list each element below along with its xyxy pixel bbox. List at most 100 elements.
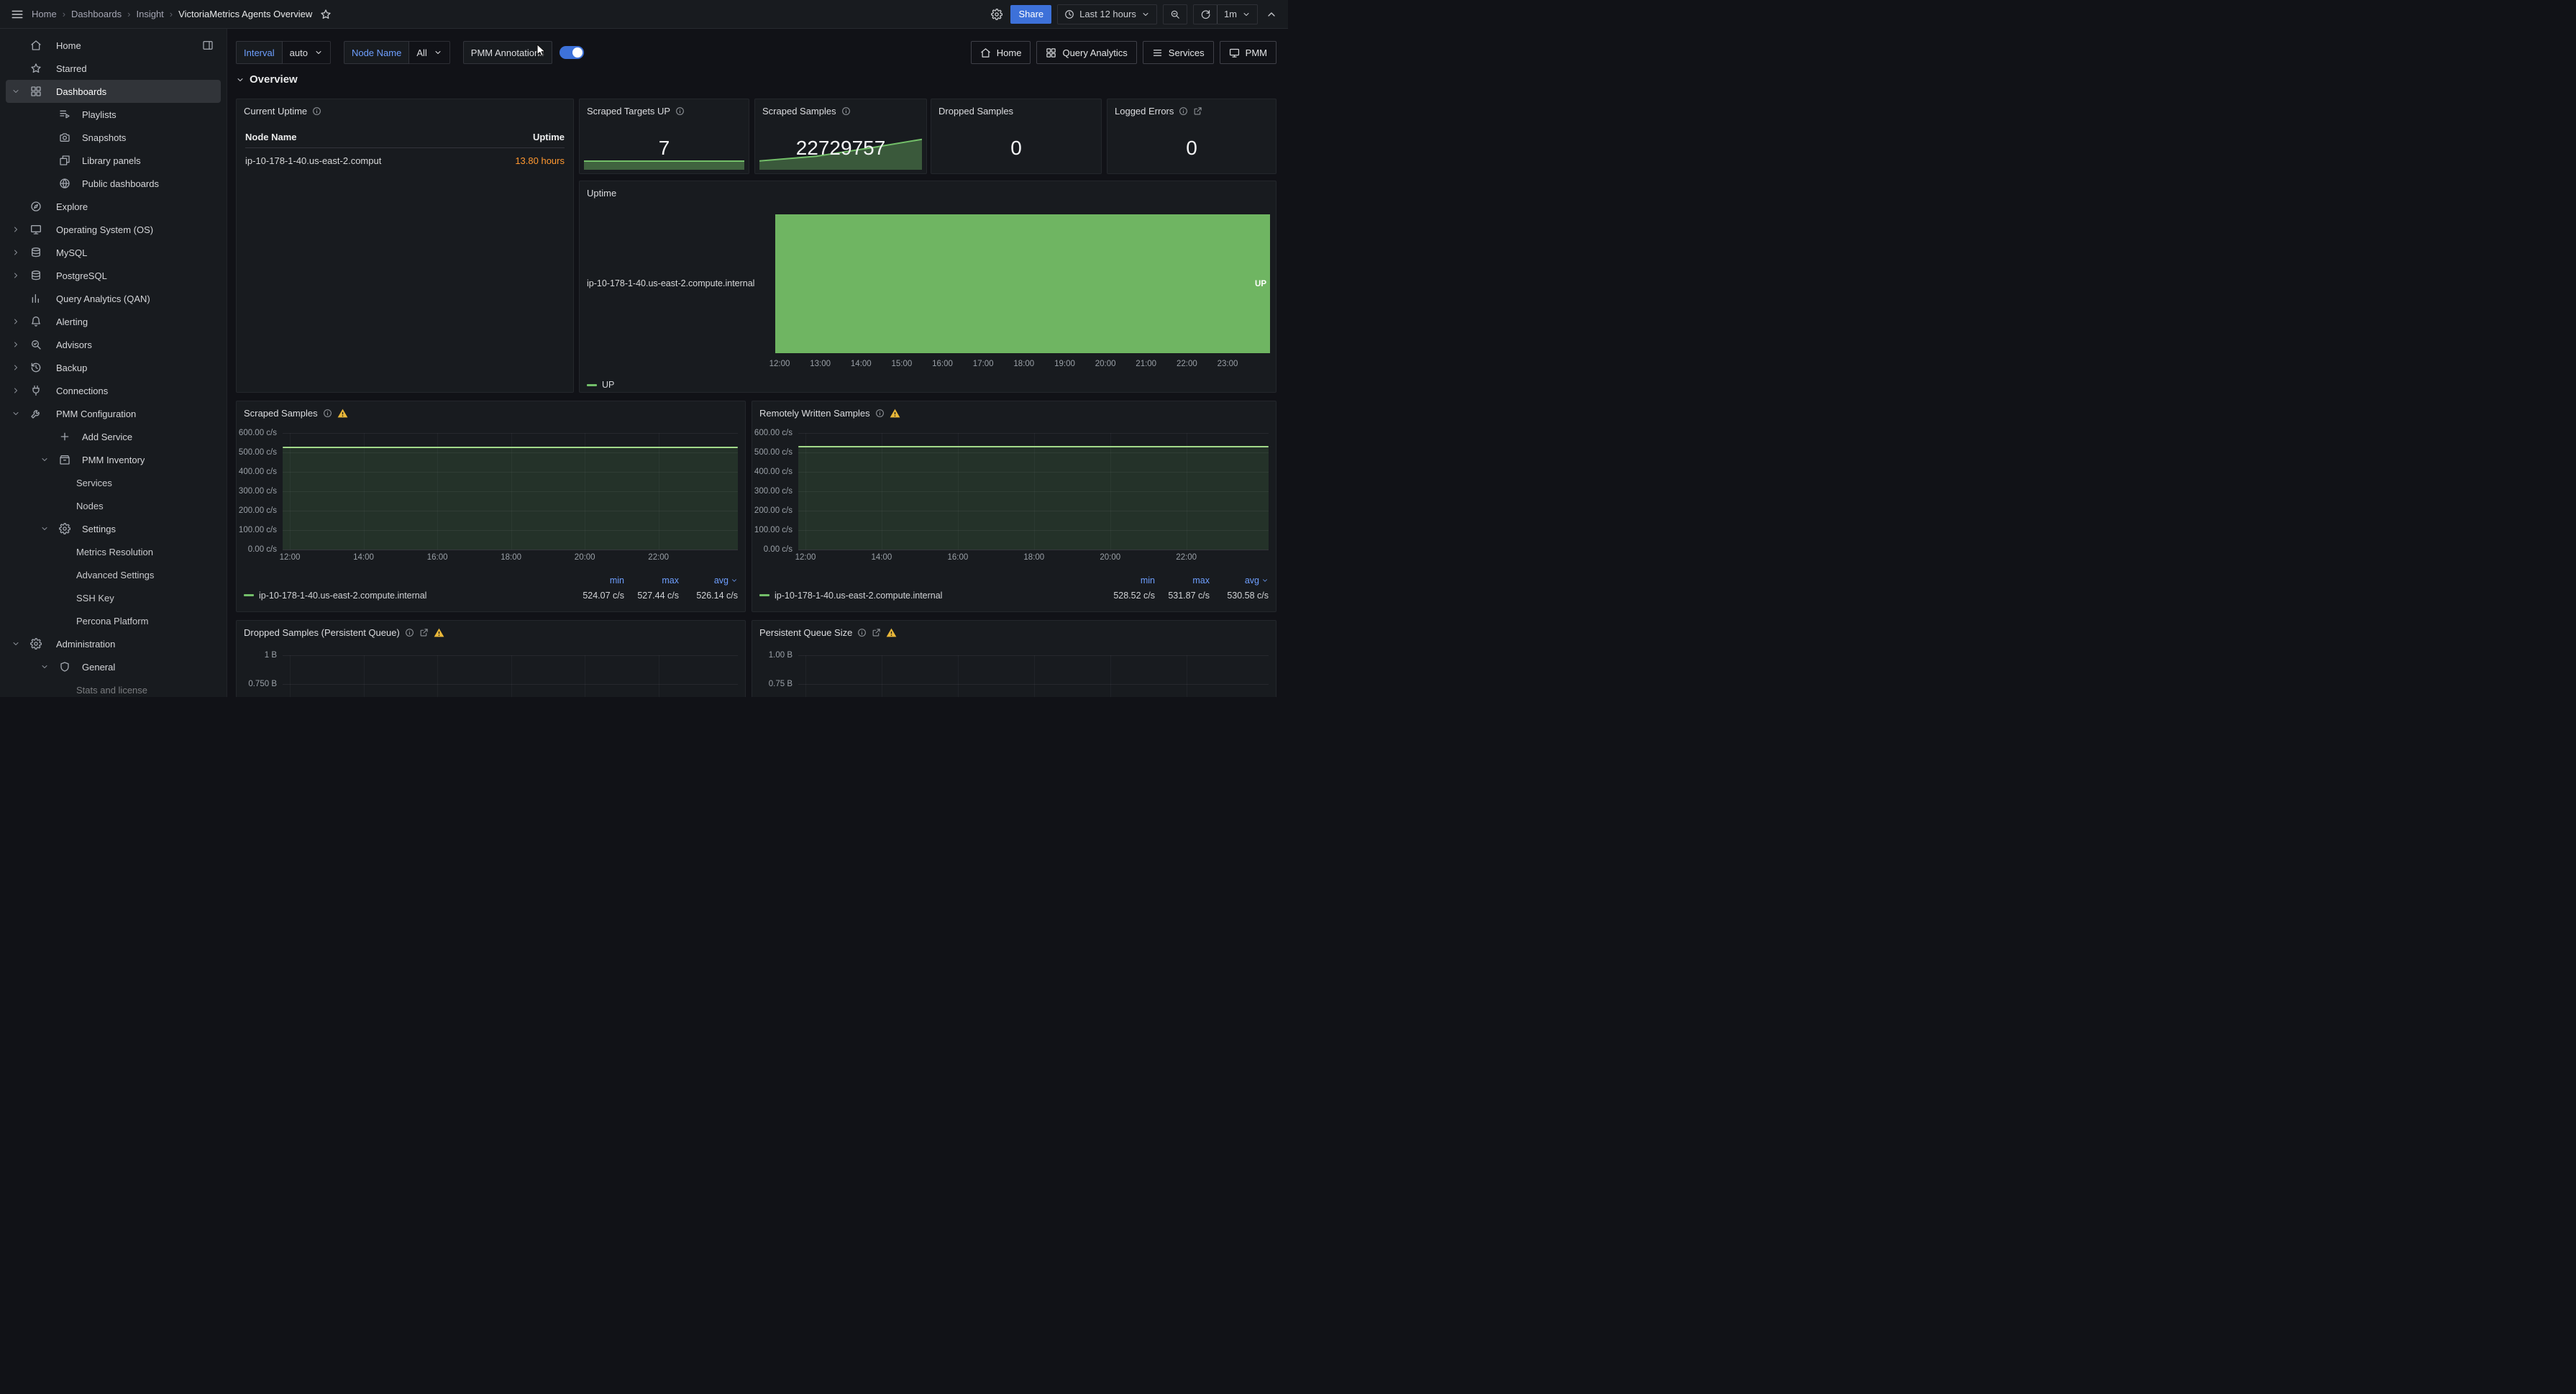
panel-header[interactable]: Dropped Samples: [931, 99, 1101, 122]
info-icon[interactable]: [841, 106, 851, 116]
column-header-node-name[interactable]: Node Name: [245, 132, 297, 142]
info-icon[interactable]: [323, 409, 332, 418]
favorite-button[interactable]: [318, 6, 334, 22]
query-analytics-button[interactable]: Query Analytics: [1036, 41, 1136, 64]
time-range-picker[interactable]: Last 12 hours: [1057, 4, 1157, 24]
chevron-right-icon[interactable]: [12, 386, 30, 395]
menu-button[interactable]: [9, 6, 26, 23]
sidebar-item-general[interactable]: General: [6, 655, 221, 678]
warning-icon[interactable]: [890, 408, 900, 419]
chevron-down-icon[interactable]: [12, 409, 30, 418]
collapse-topbar-button[interactable]: [1264, 6, 1279, 22]
breadcrumb-item-dashboards[interactable]: Dashboards: [71, 9, 122, 19]
chevron-right-icon[interactable]: [12, 363, 30, 372]
column-header-uptime[interactable]: Uptime: [533, 132, 565, 142]
stat-column-max[interactable]: max: [1155, 575, 1210, 586]
timeseries-plot[interactable]: [283, 644, 738, 697]
info-icon[interactable]: [312, 106, 321, 116]
home-button[interactable]: Home: [971, 41, 1031, 64]
sidebar-item-settings[interactable]: Settings: [6, 517, 221, 540]
stat-column-avg[interactable]: avg: [679, 575, 738, 586]
breadcrumb-item-insight[interactable]: Insight: [136, 9, 163, 19]
sidebar-item-advisors[interactable]: Advisors: [6, 333, 221, 356]
chevron-down-icon[interactable]: [12, 87, 30, 96]
dock-sidebar-icon[interactable]: [202, 40, 214, 51]
pmm-button[interactable]: PMM: [1220, 41, 1276, 64]
panel-header[interactable]: Persistent Queue Size: [752, 621, 1276, 644]
interval-select[interactable]: auto: [283, 41, 331, 64]
info-icon[interactable]: [857, 628, 867, 637]
sidebar-item-percona-platform[interactable]: Percona Platform: [6, 609, 221, 632]
chevron-right-icon[interactable]: [12, 317, 30, 326]
chevron-down-icon[interactable]: [12, 639, 30, 648]
warning-icon[interactable]: [886, 627, 897, 638]
panel-header[interactable]: Scraped Samples: [755, 99, 926, 122]
sidebar-item-metrics-resolution[interactable]: Metrics Resolution: [6, 540, 221, 563]
chevron-right-icon[interactable]: [12, 340, 30, 349]
sidebar-item-home[interactable]: Home: [6, 34, 221, 57]
panel-header[interactable]: Scraped Targets UP: [580, 99, 749, 122]
info-icon[interactable]: [1179, 106, 1188, 116]
share-button[interactable]: Share: [1010, 5, 1051, 24]
sidebar-item-services[interactable]: Services: [6, 471, 221, 494]
stat-column-avg[interactable]: avg: [1210, 575, 1269, 586]
external-link-icon[interactable]: [872, 628, 881, 637]
sidebar-item-explore[interactable]: Explore: [6, 195, 221, 218]
zoom-out-button[interactable]: [1163, 4, 1187, 24]
sidebar-item-library-panels[interactable]: Library panels: [6, 149, 221, 172]
stat-column-max[interactable]: max: [624, 575, 679, 586]
sidebar-item-dashboards[interactable]: Dashboards: [6, 80, 221, 103]
external-link-icon[interactable]: [1193, 106, 1202, 116]
node-name-cell[interactable]: ip-10-178-1-40.us-east-2.comput: [245, 155, 381, 166]
chevron-down-icon[interactable]: [40, 524, 59, 533]
sidebar-item-playlists[interactable]: Playlists: [6, 103, 221, 126]
stat-column-min[interactable]: min: [1100, 575, 1155, 586]
sidebar-item-public-dashboards[interactable]: Public dashboards: [6, 172, 221, 195]
chevron-down-icon[interactable]: [40, 455, 59, 464]
stat-column-min[interactable]: min: [570, 575, 624, 586]
sidebar-item-snapshots[interactable]: Snapshots: [6, 126, 221, 149]
info-icon[interactable]: [875, 409, 885, 418]
breadcrumb-item-home[interactable]: Home: [32, 9, 57, 19]
chevron-right-icon[interactable]: [12, 271, 30, 280]
chevron-down-icon[interactable]: [40, 662, 59, 671]
sidebar-item-backup[interactable]: Backup: [6, 356, 221, 379]
panel-header[interactable]: Logged Errors: [1107, 99, 1276, 122]
warning-icon[interactable]: [434, 627, 444, 638]
warning-icon[interactable]: [337, 408, 348, 419]
sidebar-item-advanced-settings[interactable]: Advanced Settings: [6, 563, 221, 586]
sidebar-item-stats-and-license[interactable]: Stats and license: [6, 678, 221, 697]
timeseries-plot[interactable]: [283, 433, 738, 550]
sidebar-item-administration[interactable]: Administration: [6, 632, 221, 655]
panel-header[interactable]: Scraped Samples: [237, 401, 745, 424]
legend-series[interactable]: ip-10-178-1-40.us-east-2.compute.interna…: [759, 591, 1100, 601]
timeseries-plot[interactable]: [798, 433, 1269, 550]
panel-header[interactable]: Uptime: [580, 181, 1276, 204]
sidebar-item-starred[interactable]: Starred: [6, 57, 221, 80]
refresh-button[interactable]: [1193, 4, 1218, 24]
sidebar-item-operating-system-os[interactable]: Operating System (OS): [6, 218, 221, 241]
sidebar-item-alerting[interactable]: Alerting: [6, 310, 221, 333]
panel-header[interactable]: Remotely Written Samples: [752, 401, 1276, 424]
panel-header[interactable]: Dropped Samples (Persistent Queue): [237, 621, 745, 644]
pmm-annotations-toggle[interactable]: [559, 46, 584, 59]
sidebar-item-connections[interactable]: Connections: [6, 379, 221, 402]
sidebar-item-query-analytics-qan[interactable]: Query Analytics (QAN): [6, 287, 221, 310]
chevron-right-icon[interactable]: [12, 248, 30, 257]
timeline-plot[interactable]: UP: [775, 214, 1270, 353]
sidebar-item-mysql[interactable]: MySQL: [6, 241, 221, 264]
sidebar-item-postgresql[interactable]: PostgreSQL: [6, 264, 221, 287]
sidebar-item-ssh-key[interactable]: SSH Key: [6, 586, 221, 609]
legend-series[interactable]: ip-10-178-1-40.us-east-2.compute.interna…: [244, 591, 570, 601]
info-icon[interactable]: [675, 106, 685, 116]
sidebar-item-pmm-inventory[interactable]: PMM Inventory: [6, 448, 221, 471]
dashboard-settings-button[interactable]: [989, 6, 1005, 22]
services-button[interactable]: Services: [1143, 41, 1214, 64]
sidebar-item-nodes[interactable]: Nodes: [6, 494, 221, 517]
refresh-interval-picker[interactable]: 1m: [1217, 4, 1258, 24]
panel-header[interactable]: Current Uptime: [237, 99, 573, 122]
overview-section-header[interactable]: Overview: [236, 73, 298, 86]
timeseries-plot[interactable]: [798, 644, 1269, 697]
external-link-icon[interactable]: [419, 628, 429, 637]
info-icon[interactable]: [405, 628, 414, 637]
